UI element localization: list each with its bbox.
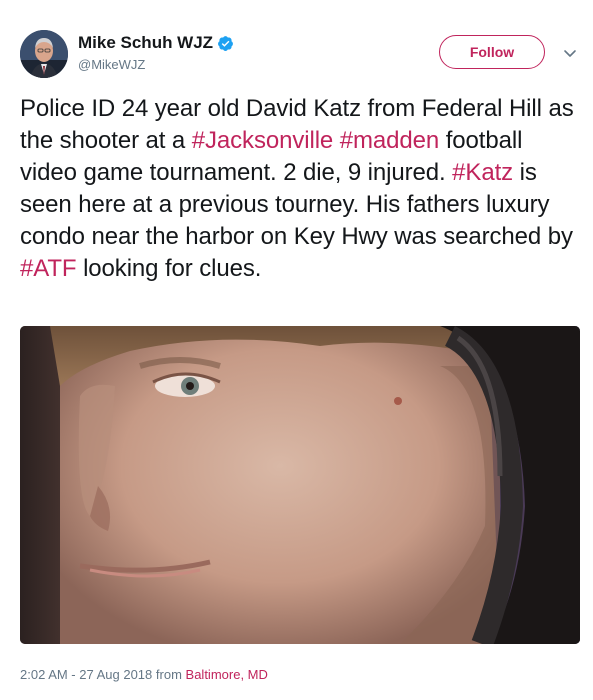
tweet-card: Mike Schuh WJZ @MikeWJZ Follow Police ID… [0, 0, 593, 700]
tweet-text: Police ID 24 year old David Katz from Fe… [20, 93, 580, 285]
author-handle[interactable]: @MikeWJZ [78, 57, 234, 73]
hashtag-link[interactable]: #madden [340, 127, 439, 154]
tweet-timestamp[interactable]: 2:02 AM - 27 Aug 2018 [20, 667, 152, 682]
follow-button[interactable]: Follow [439, 35, 545, 69]
photo-image [20, 326, 580, 644]
verified-badge-icon [217, 35, 234, 52]
avatar[interactable] [20, 30, 68, 78]
author-name-row[interactable]: Mike Schuh WJZ [78, 33, 234, 53]
location-link[interactable]: Baltimore, MD [186, 667, 268, 682]
author-name[interactable]: Mike Schuh WJZ [78, 33, 213, 53]
hashtag-link[interactable]: #Katz [452, 159, 513, 186]
avatar-image [20, 30, 68, 78]
hashtag-link[interactable]: #Jacksonville [192, 127, 334, 154]
hashtag-link[interactable]: #ATF [20, 255, 77, 282]
tweet-text-segment: looking for clues. [76, 255, 262, 282]
tweet-footer: 2:02 AM - 27 Aug 2018 from Baltimore, MD [20, 667, 268, 683]
tweet-photo[interactable] [20, 326, 580, 644]
author-block: Mike Schuh WJZ @MikeWJZ [78, 33, 234, 73]
tweet-text-segment [333, 127, 340, 154]
chevron-down-icon[interactable] [562, 45, 578, 61]
from-label: from [155, 667, 182, 682]
